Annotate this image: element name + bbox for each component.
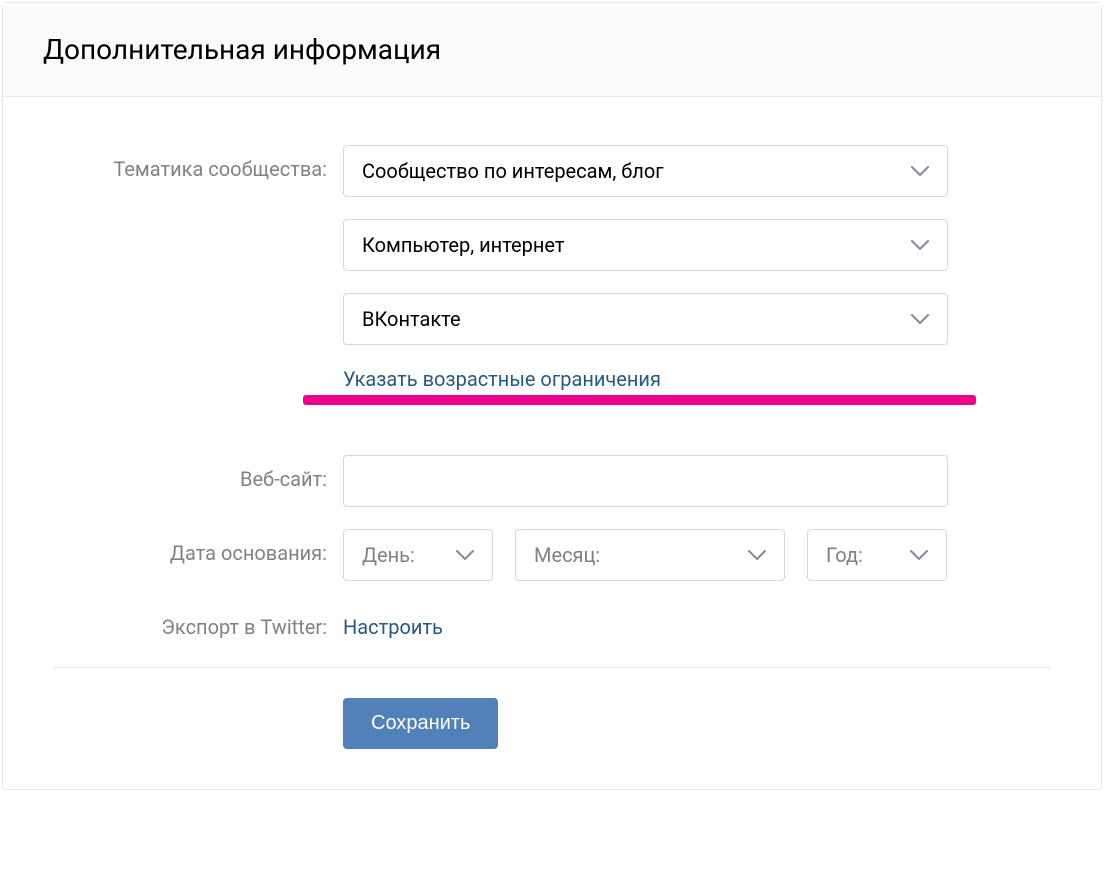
panel-body: Тематика сообщества: Сообщество по интер… [3, 97, 1101, 789]
highlight-annotation [303, 395, 976, 405]
date-selects: День: Месяц: Год: [343, 529, 948, 581]
divider [53, 667, 1051, 668]
topic-select-1-value: Сообщество по интересам, блог [362, 159, 664, 183]
chevron-down-icon [911, 166, 929, 176]
panel-title: Дополнительная информация [43, 33, 1061, 66]
topic-label: Тематика сообщества: [53, 145, 343, 181]
chevron-down-icon [911, 314, 929, 324]
founding-date-label: Дата основания: [53, 529, 343, 565]
month-select-value: Месяц: [534, 543, 600, 567]
topic-select-3[interactable]: ВКонтакте [343, 293, 948, 345]
twitter-configure-link[interactable]: Настроить [343, 603, 443, 639]
topic-select-1[interactable]: Сообщество по интересам, блог [343, 145, 948, 197]
topic-controls: Сообщество по интересам, блог Компьютер,… [343, 145, 948, 433]
topic-select-1-wrap: Сообщество по интересам, блог [343, 145, 948, 197]
founding-date-controls: День: Месяц: Год: [343, 529, 948, 581]
twitter-export-controls: Настроить [343, 603, 948, 639]
chevron-down-icon [911, 240, 929, 250]
website-label: Веб-сайт: [53, 455, 343, 491]
website-controls [343, 455, 948, 507]
day-select[interactable]: День: [343, 529, 493, 581]
website-row: Веб-сайт: [53, 455, 1051, 507]
chevron-down-icon [456, 550, 474, 560]
founding-date-row: Дата основания: День: Месяц: [53, 529, 1051, 581]
save-button[interactable]: Сохранить [343, 698, 498, 749]
month-select[interactable]: Месяц: [515, 529, 785, 581]
chevron-down-icon [910, 550, 928, 560]
additional-info-panel: Дополнительная информация Тематика сообщ… [2, 2, 1102, 790]
year-select[interactable]: Год: [807, 529, 947, 581]
topic-row: Тематика сообщества: Сообщество по интер… [53, 145, 1051, 433]
chevron-down-icon [748, 550, 766, 560]
website-input[interactable] [343, 455, 948, 507]
topic-select-2-wrap: Компьютер, интернет [343, 219, 948, 271]
button-row: Сохранить [53, 698, 1051, 779]
twitter-export-row: Экспорт в Twitter: Настроить [53, 603, 1051, 639]
topic-select-2-value: Компьютер, интернет [362, 233, 565, 257]
day-select-value: День: [362, 543, 415, 567]
panel-header: Дополнительная информация [3, 3, 1101, 97]
topic-select-3-value: ВКонтакте [362, 307, 461, 331]
year-select-value: Год: [826, 543, 863, 567]
age-restrictions-link[interactable]: Указать возрастные ограничения [343, 367, 661, 391]
twitter-export-label: Экспорт в Twitter: [53, 603, 343, 639]
topic-select-2[interactable]: Компьютер, интернет [343, 219, 948, 271]
topic-select-3-wrap: ВКонтакте [343, 293, 948, 345]
age-restrictions-row: Указать возрастные ограничения [343, 367, 948, 391]
